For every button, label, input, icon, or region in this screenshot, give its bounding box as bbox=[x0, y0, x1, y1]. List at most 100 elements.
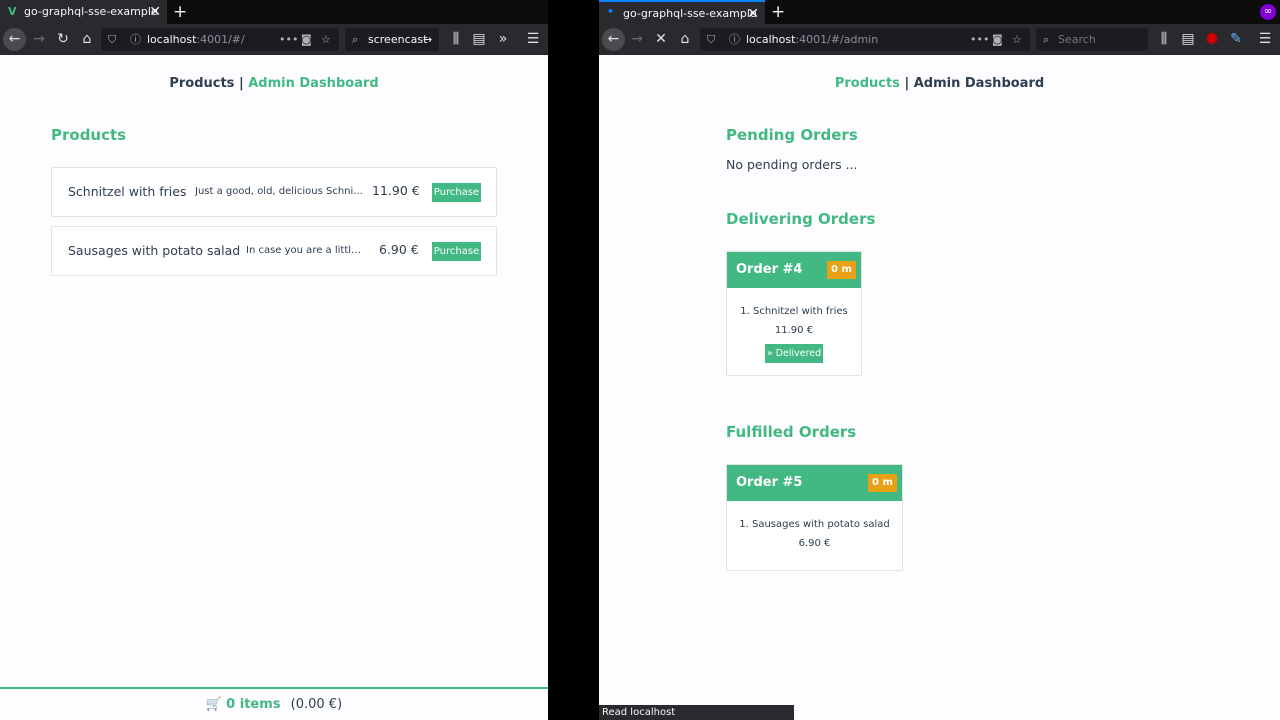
nav-separator: | bbox=[238, 76, 244, 91]
nav-toolbar: ← → ↻ ⌂ ⛉ ⓘ localhost:4001/#/ ••• ◙ ☆ ⌕ … bbox=[0, 24, 548, 55]
back-arrow-icon[interactable]: ← bbox=[602, 28, 625, 51]
nav-products-link[interactable]: Products bbox=[169, 76, 234, 91]
extension-icon[interactable]: ✎ bbox=[1226, 29, 1246, 49]
nav-admin-link[interactable]: Admin Dashboard bbox=[914, 76, 1044, 91]
product-price: 11.90 € bbox=[372, 183, 420, 198]
search-text: screencast bbox=[368, 33, 428, 46]
order-header: Order #4 0 m bbox=[727, 252, 861, 288]
store-page: Products | Admin Dashboard Products Schn… bbox=[0, 55, 548, 720]
top-nav: Products | Admin Dashboard bbox=[0, 76, 548, 91]
product-card: Schnitzel with fries Just a good, old, d… bbox=[51, 167, 497, 217]
close-tab-icon[interactable]: ✕ bbox=[149, 0, 161, 24]
back-arrow-icon[interactable]: ← bbox=[3, 28, 26, 51]
order-age-badge: 0 m bbox=[827, 261, 856, 279]
menu-icon[interactable]: ☰ bbox=[1255, 29, 1275, 49]
product-card: Sausages with potato salad In case you a… bbox=[51, 226, 497, 276]
product-description: In case you are a little... bbox=[246, 245, 364, 256]
order-title: Order #5 bbox=[736, 475, 803, 490]
url-bar[interactable]: ⛉ ⓘ localhost:4001/#/ ••• ◙ ☆ bbox=[101, 28, 339, 51]
products-heading: Products bbox=[51, 126, 127, 144]
order-card: Order #5 0 m 1. Sausages with potato sal… bbox=[726, 464, 903, 571]
more-dots-icon[interactable]: ••• bbox=[279, 28, 298, 51]
nav-admin-link[interactable]: Admin Dashboard bbox=[248, 76, 378, 91]
right-browser-window: • go-graphql-sse-example ✕ + ∞ ← → ✕ ⌂ ⛉… bbox=[599, 0, 1280, 720]
order-item-price: 6.90 € bbox=[798, 538, 831, 549]
vue-logo-icon: V bbox=[8, 5, 17, 18]
url-text: localhost:4001/#/ bbox=[147, 28, 245, 51]
cart-icon: 🛒 bbox=[205, 697, 223, 712]
order-item: 1. Sausages with potato salad bbox=[739, 519, 890, 530]
stop-loading-icon[interactable]: ✕ bbox=[651, 29, 671, 49]
search-bar[interactable]: ⌕ screencast → bbox=[345, 28, 439, 51]
order-item-price: 11.90 € bbox=[774, 325, 814, 336]
overflow-chevron-icon[interactable]: » bbox=[493, 29, 513, 49]
product-price: 6.90 € bbox=[379, 242, 419, 257]
library-icon[interactable]: ⫼ bbox=[1154, 29, 1174, 49]
new-tab-icon[interactable]: + bbox=[771, 0, 785, 24]
reload-icon[interactable]: ↻ bbox=[53, 29, 73, 49]
pocket-icon[interactable]: ◙ bbox=[992, 28, 1003, 51]
admin-page: Products | Admin Dashboard bbox=[599, 55, 1280, 720]
more-dots-icon[interactable]: ••• bbox=[970, 28, 989, 51]
close-tab-icon[interactable]: ✕ bbox=[747, 2, 759, 26]
pocket-icon[interactable]: ◙ bbox=[301, 28, 312, 51]
bookmark-star-icon[interactable]: ☆ bbox=[321, 28, 331, 51]
fulfilled-orders-heading: Fulfilled Orders bbox=[726, 423, 857, 441]
tab-active[interactable]: V go-graphql-sse-example ✕ bbox=[0, 0, 167, 24]
product-name: Sausages with potato salad bbox=[68, 243, 241, 258]
sidebar-icon[interactable]: ▤ bbox=[1178, 29, 1198, 49]
search-input[interactable] bbox=[1058, 32, 1142, 47]
order-header: Order #5 0 m bbox=[727, 465, 902, 501]
go-arrow-icon[interactable]: → bbox=[423, 28, 432, 51]
search-icon: ⌕ bbox=[352, 33, 359, 46]
ublock-icon[interactable]: ⬢ bbox=[1202, 29, 1222, 49]
bookmark-star-icon[interactable]: ☆ bbox=[1012, 28, 1022, 51]
info-icon[interactable]: ⓘ bbox=[130, 28, 141, 51]
home-icon[interactable]: ⌂ bbox=[77, 29, 97, 49]
loading-dot-icon: • bbox=[607, 5, 615, 18]
tab-title: go-graphql-sse-example bbox=[24, 5, 158, 18]
menu-icon[interactable]: ☰ bbox=[523, 29, 543, 49]
product-description: Just a good, old, delicious Schni... bbox=[195, 186, 363, 197]
new-tab-icon[interactable]: + bbox=[173, 0, 187, 24]
info-icon[interactable]: ⓘ bbox=[729, 28, 740, 51]
status-bar: Read localhost bbox=[599, 705, 794, 720]
forward-arrow-icon[interactable]: → bbox=[627, 29, 647, 49]
order-item: 1. Schnitzel with fries bbox=[740, 306, 848, 317]
url-host: localhost bbox=[147, 33, 197, 46]
search-bar[interactable]: ⌕ bbox=[1036, 28, 1148, 51]
nav-products-link[interactable]: Products bbox=[835, 76, 900, 91]
url-path: :4001/#/ bbox=[196, 33, 245, 46]
delivering-orders-heading: Delivering Orders bbox=[726, 210, 876, 228]
nav-separator: | bbox=[904, 76, 910, 91]
purchase-button[interactable]: Purchase bbox=[432, 242, 481, 261]
left-browser-window: V go-graphql-sse-example ✕ + ← → ↻ ⌂ ⛉ ⓘ… bbox=[0, 0, 548, 720]
order-card: Order #4 0 m 1. Schnitzel with fries 11.… bbox=[726, 251, 862, 376]
url-text: localhost:4001/#/admin bbox=[746, 28, 878, 51]
order-age-badge: 0 m bbox=[868, 474, 897, 492]
cart-total: (0.00 €) bbox=[290, 697, 343, 712]
sidebar-icon[interactable]: ▤ bbox=[469, 29, 489, 49]
pending-orders-heading: Pending Orders bbox=[726, 126, 858, 144]
url-path: :4001/#/admin bbox=[795, 33, 879, 46]
shield-icon[interactable]: ⛉ bbox=[707, 28, 715, 51]
cart-count: 0 items bbox=[226, 697, 281, 712]
purchase-button[interactable]: Purchase bbox=[432, 183, 481, 202]
private-mask-icon: ∞ bbox=[1260, 4, 1276, 20]
order-title: Order #4 bbox=[736, 262, 803, 277]
tab-active[interactable]: • go-graphql-sse-example ✕ bbox=[599, 0, 765, 24]
tab-bar: V go-graphql-sse-example ✕ + bbox=[0, 0, 548, 24]
product-name: Schnitzel with fries bbox=[68, 184, 187, 199]
top-nav: Products | Admin Dashboard bbox=[599, 76, 1280, 91]
forward-arrow-icon[interactable]: → bbox=[29, 29, 49, 49]
shield-icon[interactable]: ⛉ bbox=[108, 28, 116, 51]
pending-empty-text: No pending orders ... bbox=[726, 157, 858, 172]
tab-title: go-graphql-sse-example bbox=[623, 7, 757, 20]
url-bar[interactable]: ⛉ ⓘ localhost:4001/#/admin ••• ◙ ☆ bbox=[700, 28, 1030, 51]
cart-bar[interactable]: 🛒 0 items (0.00 €) bbox=[0, 687, 548, 720]
mark-delivered-button[interactable]: » Delivered bbox=[765, 344, 823, 363]
home-icon[interactable]: ⌂ bbox=[675, 29, 695, 49]
url-host: localhost bbox=[746, 33, 796, 46]
library-icon[interactable]: ⫼ bbox=[446, 29, 466, 49]
tab-bar: • go-graphql-sse-example ✕ + ∞ bbox=[599, 0, 1280, 24]
